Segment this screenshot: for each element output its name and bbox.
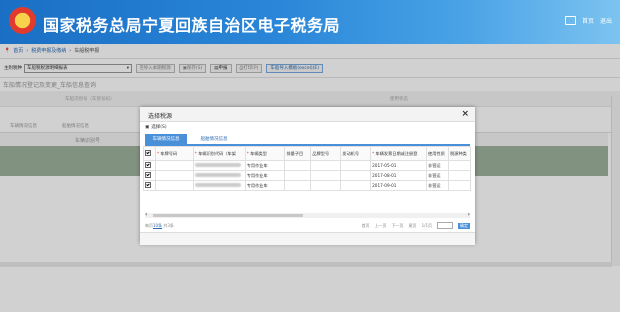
table-cell: 2017-05-01 — [370, 160, 427, 171]
row-checkbox[interactable] — [143, 160, 156, 171]
table-cell — [310, 170, 342, 181]
home-icon[interactable] — [564, 16, 576, 25]
col-header-label: 车辆发票日期或注册登 — [375, 150, 418, 156]
table-cell — [310, 180, 342, 191]
col-header[interactable]: 税源种类 — [447, 146, 472, 161]
col-header[interactable]: 品牌型号 — [310, 146, 342, 161]
dialog-tabs: 车辆情况信息 船舶情况信息 — [145, 134, 470, 146]
table-cell — [154, 180, 194, 191]
col-header-label: 车辆类型 — [250, 150, 267, 156]
tab-vehicle-info-dialog[interactable]: 车辆情况信息 — [145, 134, 187, 144]
dialog-header: 选择税源 × — [140, 107, 475, 122]
home-link[interactable]: 首页 — [582, 16, 594, 25]
app-header: 国家税务总局宁夏回族自治区电子税务局 首页 退出 — [0, 0, 620, 44]
col-header-label: 车辆识别代码（车架 — [198, 150, 236, 156]
select-source-dialog: 选择税源 × ▣ 选择(S) 车辆情况信息 船舶情况信息 * 车牌号码 * 车辆… — [140, 107, 475, 245]
table-header-row: * 车牌号码 * 车辆识别代码（车架 * 车辆类型 排量子目 品牌型号 发动机号… — [143, 146, 472, 161]
source-table: * 车牌号码 * 车辆识别代码（车架 * 车辆类型 排量子目 品牌型号 发动机号… — [143, 146, 472, 271]
go-page-button[interactable]: 确定 — [458, 222, 470, 229]
col-header[interactable]: 使用性质 — [426, 146, 449, 161]
col-header-label: 排量子目 — [286, 150, 304, 156]
app-title: 国家税务总局宁夏回族自治区电子税务局 — [43, 18, 341, 35]
select-all-checkbox[interactable] — [143, 146, 156, 161]
empty-row — [144, 261, 471, 271]
dialog-footer — [140, 232, 475, 245]
per-page-select[interactable]: 10条 — [153, 223, 162, 228]
table-row[interactable]: 专用作业车 2017-09-01 非营运 — [143, 180, 472, 191]
page-number-input[interactable] — [437, 222, 453, 229]
redacted-vin — [194, 173, 241, 177]
table-row[interactable]: 专用作业车 2017-08-01 非营运 — [143, 170, 472, 181]
table-cell — [447, 160, 472, 171]
row-checkbox[interactable] — [143, 170, 156, 181]
redacted-vin — [194, 163, 241, 167]
table-cell: 非营运 — [426, 170, 449, 181]
table-cell — [154, 160, 194, 171]
table-cell: 2017-09-01 — [370, 180, 427, 191]
first-page-button[interactable]: 首页 — [362, 223, 370, 229]
table-cell — [284, 170, 312, 181]
dialog-title: 选择税源 — [148, 113, 173, 120]
table-cell — [447, 180, 472, 191]
page-info: 1/1页 — [421, 222, 432, 228]
select-icon: ▣ — [145, 124, 150, 130]
col-header[interactable]: 排量子目 — [284, 146, 312, 161]
table-cell — [310, 160, 342, 171]
table-cell: 专用作业车 — [244, 160, 286, 171]
table-cell — [447, 170, 472, 181]
scroll-thumb[interactable] — [153, 214, 303, 217]
row-checkbox[interactable] — [143, 180, 156, 191]
scroll-right-icon[interactable]: › — [468, 211, 470, 218]
pagination: 每页10条 共3条 首页 上一页 下一页 尾页 1/1页 确定 — [145, 222, 470, 230]
prev-page-button[interactable]: 上一页 — [375, 223, 387, 229]
pager-controls: 首页 上一页 下一页 尾页 1/1页 确定 — [362, 222, 470, 229]
table-row[interactable]: 专用作业车 2017-05-01 非营运 — [143, 160, 472, 171]
table-cell: 专用作业车 — [244, 180, 286, 191]
table-cell — [192, 170, 246, 181]
col-header[interactable]: * 车辆识别代码（车架 — [192, 146, 246, 161]
close-icon[interactable]: × — [461, 109, 469, 119]
col-header-label: 使用性质 — [428, 150, 445, 156]
table-cell — [154, 170, 194, 181]
table-cell — [340, 170, 372, 181]
col-header-label: 车牌号码 — [160, 150, 178, 156]
header-links: 首页 退出 — [564, 16, 612, 25]
scroll-left-icon[interactable]: ‹ — [145, 211, 147, 218]
pager-summary: 每页10条 共3条 — [145, 223, 174, 228]
table-cell — [340, 180, 372, 191]
empty-row — [144, 191, 471, 201]
dialog-horizontal-scrollbar[interactable]: ‹ › — [145, 211, 470, 218]
tab-ship-info-dialog[interactable]: 船舶情况信息 — [191, 134, 237, 144]
col-header[interactable]: * 车辆类型 — [244, 146, 286, 161]
next-page-button[interactable]: 下一页 — [392, 223, 404, 229]
redacted-vin — [194, 183, 241, 187]
empty-row — [144, 251, 471, 261]
table-cell — [284, 180, 312, 191]
table-cell: 非营运 — [426, 180, 449, 191]
col-header[interactable]: * 车辆发票日期或注册登 — [370, 146, 427, 161]
table-cell: 2017-08-01 — [370, 170, 427, 181]
col-header-label: 发动机号 — [342, 150, 360, 156]
col-header[interactable]: * 车牌号码 — [154, 146, 194, 161]
col-header-label: 品牌型号 — [312, 150, 330, 156]
tax-emblem-logo — [9, 7, 36, 34]
table-cell — [192, 180, 246, 191]
empty-row — [144, 201, 471, 211]
select-button[interactable]: ▣ 选择(S) — [145, 124, 167, 131]
table-cell — [340, 160, 372, 171]
table-cell: 专用作业车 — [244, 170, 286, 181]
table-cell — [192, 160, 246, 171]
col-header-label: 税源种类 — [449, 150, 467, 156]
col-header[interactable]: 发动机号 — [340, 146, 372, 161]
table-cell: 非营运 — [426, 160, 449, 171]
last-page-button[interactable]: 尾页 — [409, 223, 417, 229]
logout-link[interactable]: 退出 — [600, 16, 612, 25]
table-cell — [284, 160, 312, 171]
